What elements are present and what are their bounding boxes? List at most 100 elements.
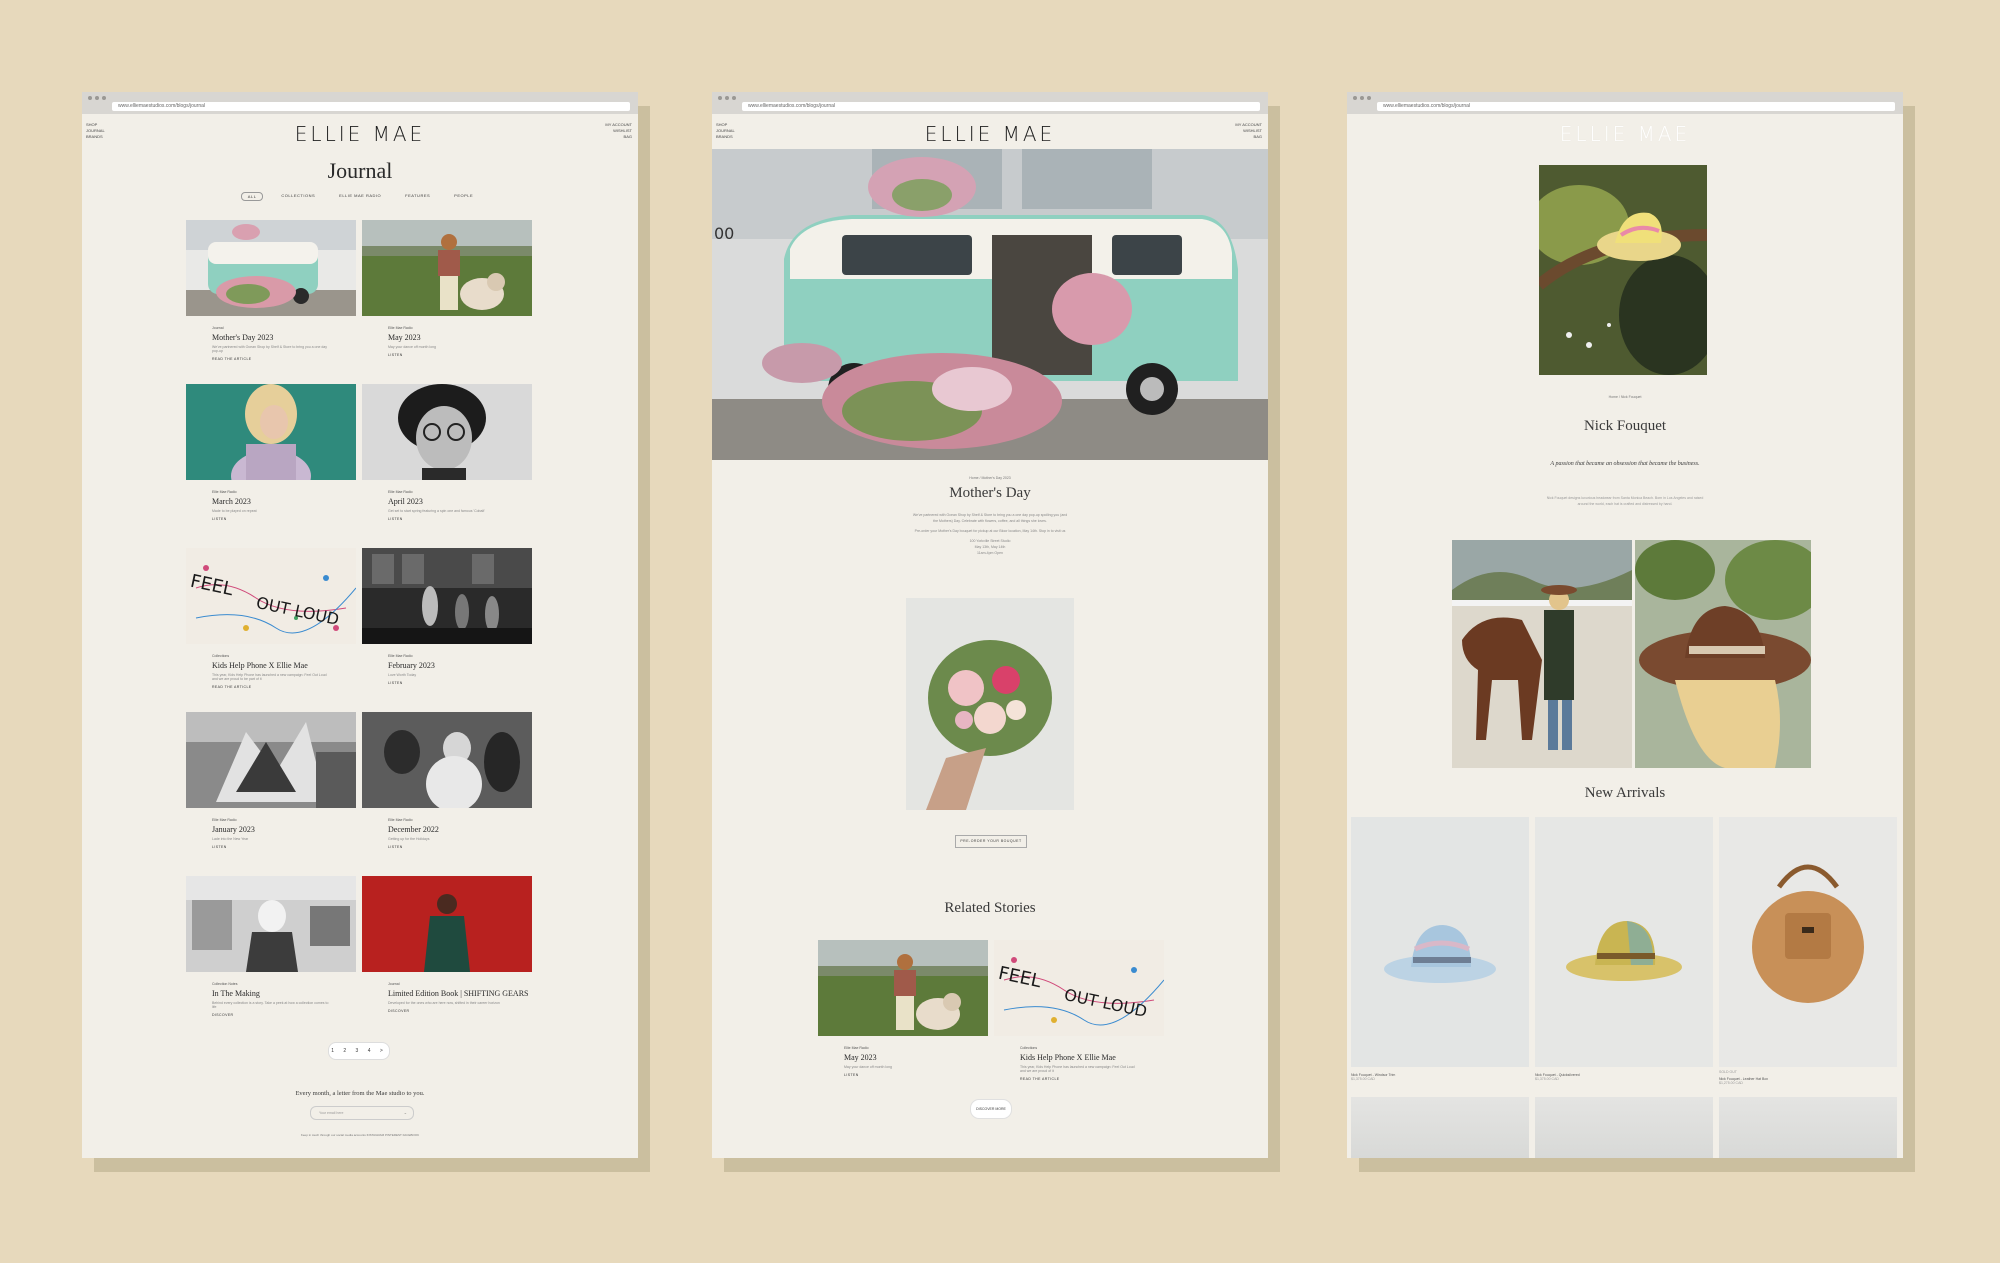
card-link[interactable]: LISTEN — [844, 1073, 988, 1077]
card-link[interactable]: LISTEN — [388, 681, 532, 685]
product-card[interactable] — [1535, 817, 1713, 1067]
card-link[interactable]: DISCOVER — [212, 1013, 356, 1017]
card-link[interactable]: READ THE ARTICLE — [212, 357, 356, 361]
card-category: Ellie Mae Radio — [212, 818, 237, 822]
card-title[interactable]: April 2023 — [388, 497, 532, 506]
card-image-dancing-bw[interactable] — [362, 712, 532, 808]
yellow-green-hat-image[interactable] — [1535, 817, 1713, 1067]
card-title[interactable]: May 2023 — [844, 1053, 988, 1062]
article-paragraph: Pre-order your Mother's Day bouquet for … — [914, 529, 1066, 533]
card-image-atelier[interactable] — [186, 876, 356, 972]
card-excerpt: May your dance off month long — [388, 345, 436, 349]
card-link[interactable]: LISTEN — [388, 517, 532, 521]
breadcrumb[interactable]: Home / Mother's Day 2023 — [712, 476, 1268, 480]
product-price: $1,375.00 CAD — [1351, 1077, 1375, 1081]
journal-card[interactable]: Ellie Mae Radio March 2023 Made to be pl… — [186, 384, 356, 548]
card-link[interactable]: READ THE ARTICLE — [1020, 1077, 1164, 1081]
card-image-band-stage[interactable] — [362, 548, 532, 644]
card-image-singer[interactable] — [186, 384, 356, 480]
card-link[interactable]: LISTEN — [212, 845, 356, 849]
journal-card[interactable]: Ellie Mae Radio January 2023 Lade into t… — [186, 712, 356, 876]
breadcrumb[interactable]: Home / Nick Fouquet — [1347, 395, 1903, 399]
product-info: Nick Fouquet - Windsor Trim $1,375.00 CAD — [1351, 1070, 1529, 1085]
product-card[interactable] — [1719, 817, 1897, 1067]
card-category: Collections — [212, 654, 230, 658]
bouquet-image — [906, 598, 1074, 810]
journal-card[interactable]: Journal Limited Edition Book | SHIFTING … — [362, 876, 532, 1040]
related-card[interactable]: FEEL OUT LOUD Collections Kids Help Phone… — [994, 940, 1164, 1104]
product-card-next-row[interactable] — [1351, 1097, 1529, 1158]
blue-tie-dye-hat-image[interactable] — [1351, 817, 1529, 1067]
journal-card[interactable]: Ellie Mae Radio April 2023 Get set to st… — [362, 384, 532, 548]
product-card-next-row[interactable] — [1719, 1097, 1897, 1158]
card-excerpt: May your dance off month long — [844, 1065, 892, 1069]
card-title[interactable]: December 2022 — [388, 825, 532, 834]
journal-card[interactable]: Ellie Mae Radio May 2023 May your dance … — [362, 220, 532, 384]
card-image-feel-out-loud[interactable]: FEELOUT LOUD — [186, 548, 356, 644]
card-link[interactable]: LISTEN — [388, 353, 532, 357]
card-image-flower-van[interactable] — [186, 220, 356, 316]
card-title[interactable]: Limited Edition Book | SHIFTING GEARS — [388, 989, 532, 998]
address-bar[interactable]: www.elliemaestudios.com/blogs/journal — [1377, 102, 1895, 111]
newsletter-title: Every month, a letter from the Mae studi… — [295, 1090, 425, 1097]
product-card[interactable] — [1351, 817, 1529, 1067]
preorder-bouquet-button[interactable]: PRE-ORDER YOUR BOUQUET — [955, 835, 1027, 848]
card-title[interactable]: May 2023 — [388, 333, 532, 342]
card-excerpt: Get set to start spring featuring a spin… — [388, 509, 485, 513]
filter-collections[interactable]: COLLECTIONS — [275, 192, 321, 201]
brand-logo[interactable]: ELLIE MAE — [712, 122, 1268, 146]
address-bar[interactable]: www.elliemaestudios.com/blogs/journal — [742, 102, 1260, 111]
card-title[interactable]: Kids Help Phone X Ellie Mae — [1020, 1053, 1164, 1062]
related-grid: Ellie Mae Radio May 2023 May your dance … — [818, 940, 1164, 1104]
product-card-next-row[interactable] — [1535, 1097, 1713, 1158]
card-image-kid-dog[interactable] — [818, 940, 988, 1036]
card-excerpt: Behind every collection is a story. Take… — [212, 1001, 329, 1009]
card-category: Collection Notes — [212, 982, 238, 986]
product-labels: Nick Fouquet - Windsor Trim $1,375.00 CAD… — [1351, 1070, 1899, 1085]
card-title[interactable]: January 2023 — [212, 825, 356, 834]
card-excerpt: This year, Kids Help Phone has launched … — [212, 673, 327, 681]
address-bar[interactable]: www.elliemaestudios.com/blogs/journal — [112, 102, 630, 111]
card-image-portrait-glasses[interactable] — [362, 384, 532, 480]
nav-bag[interactable]: BAG — [605, 134, 632, 140]
card-image-costume-bw[interactable] — [186, 712, 356, 808]
discover-more-button[interactable]: DISCOVER MORE — [970, 1099, 1012, 1119]
newsletter-submit-arrow-icon[interactable]: → — [404, 1107, 408, 1119]
card-image-kid-dog[interactable] — [362, 220, 532, 316]
card-title[interactable]: Mother's Day 2023 — [212, 333, 356, 342]
horse-woman-image — [1452, 540, 1632, 768]
card-link[interactable]: READ THE ARTICLE — [212, 685, 356, 689]
filter-people[interactable]: PEOPLE — [448, 192, 479, 201]
card-link[interactable]: LISTEN — [212, 517, 356, 521]
filter-radio[interactable]: ELLIE MAE RADIO — [333, 192, 387, 201]
journal-card[interactable]: Collection Notes In The Making Behind ev… — [186, 876, 356, 1040]
filter-features[interactable]: FEATURES — [399, 192, 436, 201]
journal-window: www.elliemaestudios.com/blogs/journal SH… — [82, 92, 638, 1158]
related-card[interactable]: Ellie Mae Radio May 2023 May your dance … — [818, 940, 988, 1104]
journal-card[interactable]: Journal Mother's Day 2023 We've partnere… — [186, 220, 356, 384]
card-link[interactable]: DISCOVER — [388, 1009, 532, 1013]
card-image-feel-out-loud[interactable]: FEELOUT LOUD — [994, 940, 1164, 1036]
card-title[interactable]: February 2023 — [388, 661, 532, 670]
card-title[interactable]: In The Making — [212, 989, 356, 998]
card-excerpt: We've partnered with Ocean Shop by Shelf… — [212, 345, 328, 353]
card-category: Journal — [212, 326, 224, 330]
newsletter-email-input[interactable]: Your email here → — [310, 1106, 414, 1120]
round-leather-bag-image[interactable] — [1719, 817, 1897, 1067]
product-info: SOLD OUT Nick Fouquet - Leather Hat Box $1… — [1719, 1070, 1897, 1085]
pagination[interactable]: 1 2 3 4 > — [328, 1042, 390, 1060]
card-category: Ellie Mae Radio — [388, 326, 413, 330]
journal-card[interactable]: Ellie Mae Radio February 2023 Love Worth… — [362, 548, 532, 712]
journal-card[interactable]: Ellie Mae Radio December 2022 Getting up… — [362, 712, 532, 876]
filter-all[interactable]: ALL — [240, 192, 264, 201]
nav-bag[interactable]: BAG — [1235, 134, 1262, 140]
card-title[interactable]: March 2023 — [212, 497, 356, 506]
brand-logo[interactable]: ELLIE MAE — [82, 122, 638, 146]
site-header: ELLIE MAE — [1347, 114, 1903, 152]
card-title[interactable]: Kids Help Phone X Ellie Mae — [212, 661, 356, 670]
brand-logo[interactable]: ELLIE MAE — [1347, 122, 1903, 146]
card-excerpt: Developed for the ones who are here now,… — [388, 1001, 500, 1005]
card-image-red-portrait[interactable] — [362, 876, 532, 972]
journal-card[interactable]: FEEL OUT LOUD Collections Kids Help Phone… — [186, 548, 356, 712]
card-link[interactable]: LISTEN — [388, 845, 532, 849]
